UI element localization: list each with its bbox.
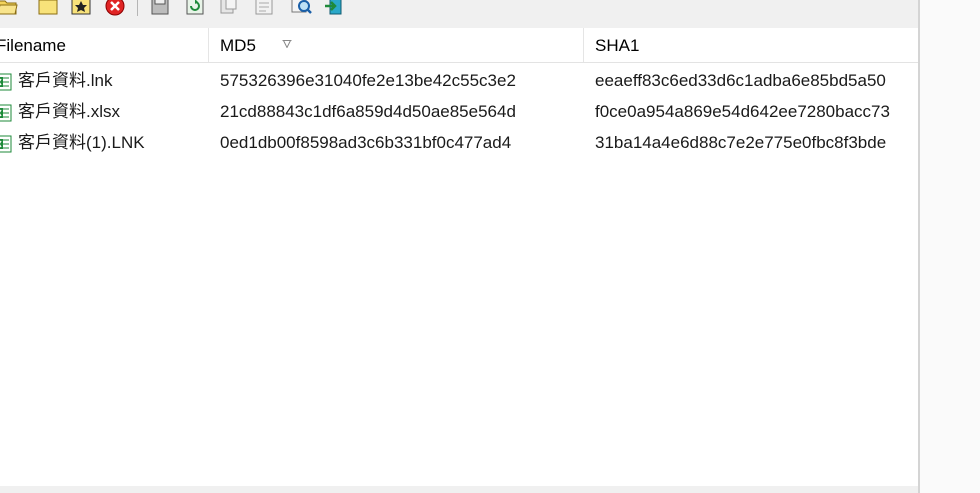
status-strip xyxy=(0,486,918,493)
properties-icon[interactable] xyxy=(253,0,275,16)
sha1-cell: eeaeff83c6ed33d6c1adba6e85bd5a50 xyxy=(595,71,886,90)
find-icon[interactable] xyxy=(290,0,312,16)
save-icon[interactable] xyxy=(149,0,171,16)
md5-cell: 575326396e31040fe2e13be42c55c3e2 xyxy=(220,71,516,90)
window-background xyxy=(918,0,980,493)
sha1-cell: f0ce0a954a869e54d642ee7280bacc73 xyxy=(595,102,890,121)
column-header-filename[interactable]: Filename xyxy=(0,28,201,62)
open-folder-icon[interactable] xyxy=(0,0,18,16)
window-edge xyxy=(918,0,920,493)
column-divider[interactable] xyxy=(583,28,584,62)
table-row[interactable]: 客戶資料(1).LNK 0ed1db00f8598ad3c6b331bf0c47… xyxy=(0,128,918,158)
new-folder-icon[interactable] xyxy=(37,0,59,16)
column-divider[interactable] xyxy=(208,28,209,62)
filename-cell: 客戶資料(1).LNK xyxy=(18,133,145,152)
list-header: Filename MD5 SHA1 xyxy=(0,28,918,63)
filename-cell: 客戶資料.lnk xyxy=(18,71,113,90)
column-header-sha1[interactable]: SHA1 xyxy=(595,28,915,62)
column-header-md5[interactable]: MD5 xyxy=(220,28,320,62)
toolbar-separator xyxy=(137,0,138,16)
excel-file-icon xyxy=(0,135,12,153)
exit-icon[interactable] xyxy=(322,0,344,16)
sort-descending-icon xyxy=(282,40,292,48)
stop-icon[interactable] xyxy=(104,0,126,16)
sha1-cell: 31ba14a4e6d88c7e2e775e0fbc8f3bde xyxy=(595,133,887,152)
md5-cell: 21cd88843c1df6a859d4d50ae85e564d xyxy=(220,102,516,121)
table-row[interactable]: 客戶資料.lnk 575326396e31040fe2e13be42c55c3e… xyxy=(0,66,918,96)
toolbar xyxy=(0,0,918,28)
md5-cell: 0ed1db00f8598ad3c6b331bf0c477ad4 xyxy=(220,133,512,152)
excel-file-icon xyxy=(0,104,12,122)
filename-cell: 客戶資料.xlsx xyxy=(18,102,120,121)
hash-list-view[interactable]: Filename MD5 SHA1 客戶資料.lnk 575326396e310… xyxy=(0,28,918,487)
excel-file-icon xyxy=(0,73,12,91)
star-icon[interactable] xyxy=(70,0,92,16)
copy-icon[interactable] xyxy=(218,0,240,16)
refresh-icon[interactable] xyxy=(184,0,206,16)
table-row[interactable]: 客戶資料.xlsx 21cd88843c1df6a859d4d50ae85e56… xyxy=(0,97,918,127)
